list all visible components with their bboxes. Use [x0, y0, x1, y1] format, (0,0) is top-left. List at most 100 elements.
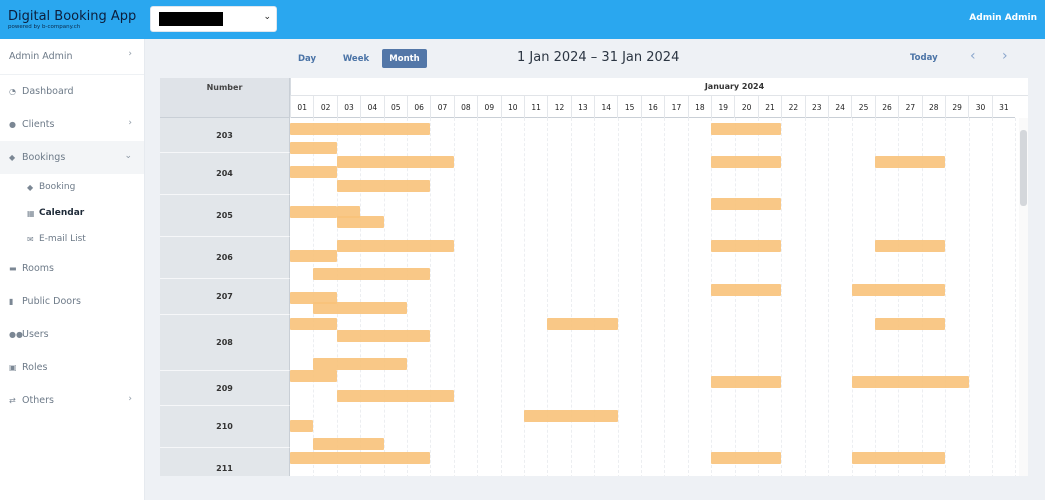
calendar-grid: Number January 2024 01 02 03 04 05 06 07 08 09 10… [160, 78, 1028, 476]
booking-bar[interactable] [336, 240, 454, 252]
booking-bar[interactable] [711, 452, 782, 464]
day-header: 27 [898, 96, 921, 118]
booking-bar[interactable] [711, 376, 782, 388]
chevron-left-icon[interactable]: ‹ [970, 48, 976, 64]
day-gridline [945, 118, 947, 476]
sidebar-item-label: Public Doors [22, 296, 81, 307]
today-button[interactable]: Today [910, 53, 938, 63]
day-gridline [407, 118, 408, 476]
day-header: 02 [313, 96, 336, 118]
booking-bar[interactable] [290, 142, 337, 154]
day-gridline [851, 118, 853, 476]
view-month-button[interactable]: Month [382, 49, 427, 68]
sidebar-item-bookings[interactable]: ◆ Bookings ⌄ [0, 141, 144, 174]
booking-bar[interactable] [875, 156, 946, 168]
sidebar-item-public-doors[interactable]: ▮ Public Doors [0, 285, 144, 318]
booking-bar[interactable] [875, 318, 946, 330]
booking-bar[interactable] [336, 156, 454, 168]
sidebar-item-roles[interactable]: ▣ Roles [0, 351, 144, 384]
day-header: 20 [734, 96, 757, 118]
day-gridline [687, 118, 689, 476]
sidebar-item-users[interactable]: ●● Users [0, 318, 144, 351]
booking-bar[interactable] [711, 123, 782, 135]
booking-bar[interactable] [711, 240, 782, 252]
booking-bar[interactable] [313, 438, 384, 450]
users-icon: ●● [9, 330, 23, 339]
booking-bar[interactable] [290, 166, 337, 178]
brand[interactable]: Digital Booking App powered by b-company… [0, 9, 145, 31]
sidebar-subitem-booking[interactable]: ◆ Booking [0, 174, 144, 200]
booking-bar[interactable] [290, 250, 337, 262]
booking-bar[interactable] [313, 268, 431, 280]
sidebar-item-clients[interactable]: ● Clients › [0, 108, 144, 141]
booking-bar[interactable] [851, 284, 946, 296]
booking-bar[interactable] [711, 198, 782, 210]
day-gridline [453, 118, 455, 476]
booking-bar[interactable] [547, 318, 618, 330]
booking-bar[interactable] [290, 206, 337, 218]
view-day-button[interactable]: Day [293, 49, 321, 68]
day-header: 09 [477, 96, 500, 118]
day-header: 24 [827, 96, 851, 118]
chevron-right-icon[interactable]: › [1002, 48, 1008, 64]
booking-bar[interactable] [290, 123, 431, 135]
view-week-button[interactable]: Week [338, 49, 374, 68]
booking-bar[interactable] [875, 240, 946, 252]
room-row-label: 207 [160, 279, 290, 315]
booking-bar[interactable] [313, 358, 407, 370]
day-gridline [383, 118, 385, 476]
sidebar-subitem-label: Calendar [39, 208, 85, 218]
room-row-label: 208 [160, 315, 290, 371]
booking-bar[interactable] [313, 302, 407, 314]
top-bar: Digital Booking App powered by b-company… [0, 0, 1045, 39]
day-header: 13 [570, 96, 594, 118]
day-gridline [1015, 118, 1017, 476]
day-header: 07 [430, 96, 453, 118]
booking-bar[interactable] [336, 180, 431, 192]
sidebar-user-label: Admin Admin [9, 51, 73, 62]
booking-bar[interactable] [711, 156, 782, 168]
door-icon: ▮ [9, 297, 14, 306]
booking-bar[interactable] [851, 376, 969, 388]
calendar-toolbar: Day Week Month 1 Jan 2024 – 31 Jan 2024 … [145, 39, 1045, 79]
day-header: 15 [617, 96, 640, 118]
sidebar-item-dashboard[interactable]: ◔ Dashboard [0, 75, 144, 108]
sidebar-item-rooms[interactable]: ▬ Rooms [0, 252, 144, 285]
day-header: 03 [336, 96, 360, 118]
booking-bar[interactable] [290, 452, 431, 464]
booking-bar[interactable] [851, 452, 946, 464]
chevron-down-icon: ⌄ [263, 12, 271, 22]
room-row-label: 211 [160, 448, 290, 476]
sidebar-subitem-calendar[interactable]: ▦ Calendar [0, 200, 144, 226]
day-header: 11 [523, 96, 547, 118]
booking-bar[interactable] [336, 216, 384, 228]
sidebar-item-label: Others [22, 395, 54, 406]
property-select[interactable]: ⌄ [150, 6, 277, 32]
day-gridline [734, 118, 736, 476]
calendar-icon: ▦ [27, 208, 35, 218]
booking-bar[interactable] [290, 420, 314, 432]
room-column: 203 204 205 206 207 208 209 210 211 [160, 118, 290, 476]
booking-bar[interactable] [290, 318, 337, 330]
day-header: 10 [500, 96, 524, 118]
booking-bar[interactable] [524, 410, 618, 422]
sidebar-subitem-email-list[interactable]: ✉ E-mail List [0, 226, 144, 252]
chevron-right-icon: › [128, 118, 132, 128]
user-icon: ● [9, 120, 16, 129]
day-gridline [664, 118, 666, 476]
booking-bar[interactable] [290, 370, 337, 382]
sidebar-item-label: Users [22, 329, 49, 340]
sidebar-item-others[interactable]: ⇄ Others › [0, 384, 144, 417]
scrollbar-thumb[interactable] [1020, 130, 1027, 206]
sidebar-item-label: Bookings [22, 152, 66, 163]
day-header: 12 [547, 96, 570, 118]
booking-bar[interactable] [336, 330, 431, 342]
booking-bar[interactable] [711, 284, 782, 296]
user-menu[interactable]: Admin Admin [969, 13, 1037, 23]
sidebar-user[interactable]: Admin Admin › [0, 39, 144, 75]
booking-timeline[interactable] [290, 118, 1020, 476]
day-gridline [617, 118, 619, 476]
lock-icon: ▣ [9, 363, 17, 372]
tag-icon: ◆ [9, 153, 16, 162]
booking-bar[interactable] [336, 390, 454, 402]
